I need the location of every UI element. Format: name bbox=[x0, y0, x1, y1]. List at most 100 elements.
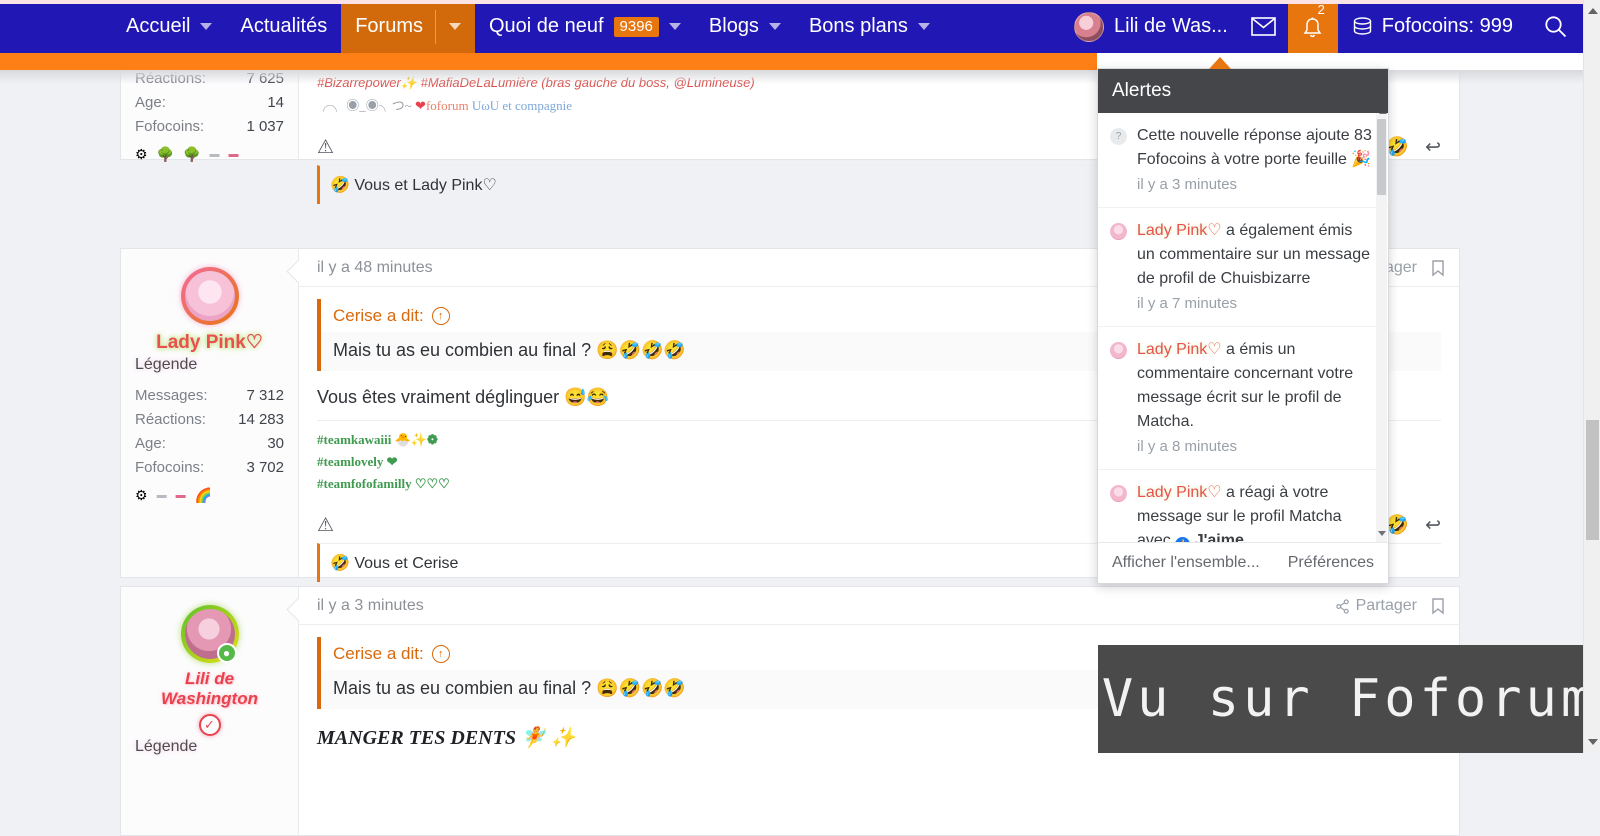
alert-text: Lady Pink♡ a également émis un commentai… bbox=[1137, 219, 1372, 316]
chevron-down-icon[interactable] bbox=[449, 23, 461, 30]
avatar bbox=[1110, 223, 1127, 240]
nav-item-quoi-de-neuf[interactable]: Quoi de neuf 9396 bbox=[475, 0, 695, 53]
chevron-down-icon[interactable] bbox=[769, 23, 781, 30]
alerts-panel-title: Alertes bbox=[1098, 69, 1388, 113]
sig-word: foforum bbox=[426, 98, 469, 113]
stat-value: 3 702 bbox=[246, 456, 284, 480]
gear-icon[interactable]: ⚙ bbox=[135, 487, 148, 504]
avatar[interactable] bbox=[181, 267, 239, 325]
stat-row: Age: 30 bbox=[135, 432, 284, 456]
ribbon-icon[interactable]: ▬ bbox=[176, 490, 186, 501]
like-reaction-icon: 👍 bbox=[1175, 537, 1190, 542]
nav-label: Forums bbox=[355, 15, 423, 38]
alerts-scrollbar[interactable] bbox=[1376, 113, 1387, 542]
alert-timestamp: il y a 7 minutes bbox=[1137, 292, 1372, 316]
alerts-button[interactable]: 2 bbox=[1288, 0, 1338, 53]
nav-item-forums[interactable]: Forums bbox=[341, 0, 475, 53]
ribbon-icon[interactable]: ▬ bbox=[228, 149, 238, 160]
heart-icon: ❤ bbox=[415, 98, 426, 113]
stat-value: 7 312 bbox=[246, 384, 284, 408]
nav-caret-wrap[interactable] bbox=[435, 10, 461, 44]
rainbow-icon[interactable]: 🌈 bbox=[195, 487, 212, 504]
user-badges: ⚙ ▬ ▬ 🌈 bbox=[135, 487, 284, 504]
alerts-scrollbar-thumb[interactable] bbox=[1377, 119, 1386, 195]
nav-badge-count: 9396 bbox=[614, 17, 659, 37]
browser-scrollbar-thumb[interactable] bbox=[1586, 420, 1599, 540]
jump-up-icon[interactable]: ↑ bbox=[432, 307, 450, 325]
scroll-down-icon[interactable] bbox=[1378, 531, 1386, 536]
stat-value: 1 037 bbox=[246, 115, 284, 139]
jump-up-icon[interactable]: ↑ bbox=[432, 645, 450, 663]
user-rank: Légende bbox=[135, 356, 284, 374]
alert-username[interactable]: Lady Pink♡ bbox=[1137, 484, 1222, 501]
avatar[interactable]: ● bbox=[181, 605, 239, 663]
bookmark-button[interactable] bbox=[1431, 598, 1445, 615]
search-button[interactable] bbox=[1527, 0, 1583, 53]
nav-item-actualites[interactable]: Actualités bbox=[226, 0, 341, 53]
post-timestamp: il y a 48 minutes bbox=[317, 259, 433, 277]
bell-icon bbox=[1303, 17, 1322, 40]
alert-timestamp: il y a 8 minutes bbox=[1137, 435, 1372, 459]
alert-timestamp: il y a 3 minutes bbox=[1137, 173, 1372, 197]
main-navbar: Accueil Actualités Forums Quoi de neuf 9… bbox=[0, 0, 1583, 53]
online-status-icon: ● bbox=[217, 643, 237, 663]
post-header-actions: Partager bbox=[1335, 597, 1445, 615]
scroll-up-icon[interactable] bbox=[1588, 8, 1598, 14]
inbox-button[interactable] bbox=[1240, 0, 1288, 53]
stat-label: Age: bbox=[135, 91, 166, 115]
chevron-down-icon[interactable] bbox=[200, 23, 212, 30]
alert-item[interactable]: Lady Pink♡ a également émis un commentai… bbox=[1098, 208, 1388, 327]
warning-icon[interactable]: ⚠ bbox=[317, 136, 334, 159]
ribbon-icon[interactable]: ▬ bbox=[209, 149, 219, 160]
browser-scrollbar[interactable] bbox=[1583, 0, 1600, 753]
stat-row: Fofocoins: 1 037 bbox=[135, 115, 284, 139]
chevron-down-icon[interactable] bbox=[669, 23, 681, 30]
bookmark-icon bbox=[1431, 598, 1445, 615]
alert-item[interactable]: Lady Pink♡ a réagi à votre message sur l… bbox=[1098, 470, 1388, 542]
nav-label: Actualités bbox=[240, 15, 327, 38]
question-avatar-icon: ? bbox=[1110, 128, 1127, 145]
alerts-preferences-link[interactable]: Préférences bbox=[1288, 554, 1374, 572]
sig-word: UωU et compagnie bbox=[472, 98, 572, 113]
reply-icon[interactable]: ↩ bbox=[1425, 136, 1441, 159]
fofocoins-button[interactable]: Fofocoins: 999 bbox=[1338, 0, 1527, 53]
nav-item-accueil[interactable]: Accueil bbox=[112, 0, 226, 53]
reaction-label: J'aime bbox=[1195, 532, 1244, 542]
scroll-down-icon[interactable] bbox=[1588, 739, 1598, 745]
share-label: Partager bbox=[1356, 597, 1417, 615]
stat-label: Age: bbox=[135, 432, 166, 456]
username[interactable]: Lili de Washington bbox=[135, 669, 284, 709]
alert-username[interactable]: Lady Pink♡ bbox=[1137, 341, 1222, 358]
nav-item-blogs[interactable]: Blogs bbox=[695, 0, 795, 53]
coins-icon bbox=[1352, 17, 1373, 37]
scroll-up-icon[interactable] bbox=[1379, 113, 1387, 114]
gear-icon[interactable]: ⚙ bbox=[135, 146, 148, 163]
share-button[interactable]: Partager bbox=[1335, 597, 1417, 615]
watermark-banner: Vu sur Foforum bbox=[1098, 645, 1600, 753]
username[interactable]: Lady Pink♡ bbox=[135, 331, 284, 354]
avatar bbox=[1110, 485, 1127, 502]
post-sidebar: ● Lili de Washington ✓ Légende bbox=[121, 587, 299, 835]
stat-row: Fofocoins: 3 702 bbox=[135, 456, 284, 480]
alert-item[interactable]: Lady Pink♡ a émis un commentaire concern… bbox=[1098, 327, 1388, 470]
user-menu-button[interactable]: Lili de Was... bbox=[1062, 0, 1240, 53]
show-all-alerts-link[interactable]: Afficher l'ensemble... bbox=[1112, 554, 1260, 572]
warning-icon[interactable]: ⚠ bbox=[317, 514, 334, 537]
ribbon-icon[interactable]: ▬ bbox=[157, 490, 167, 501]
chevron-down-icon[interactable] bbox=[918, 23, 930, 30]
stat-label: Réactions: bbox=[135, 408, 206, 432]
nav-item-bons-plans[interactable]: Bons plans bbox=[795, 0, 944, 53]
stat-value: 14 bbox=[267, 91, 284, 115]
alerts-list[interactable]: ? Cette nouvelle réponse ajoute 83 Fofoc… bbox=[1098, 113, 1388, 542]
tree-icon[interactable]: 🌳 bbox=[183, 146, 200, 163]
bookmark-button[interactable] bbox=[1431, 260, 1445, 277]
alert-username[interactable]: Lady Pink♡ bbox=[1137, 222, 1222, 239]
search-icon bbox=[1544, 15, 1567, 38]
tree-icon[interactable]: 🌳 bbox=[157, 146, 174, 163]
post-header: il y a 3 minutes Partager bbox=[299, 587, 1459, 625]
stat-label: Messages: bbox=[135, 384, 208, 408]
reply-icon[interactable]: ↩ bbox=[1425, 514, 1441, 537]
user-badges: ⚙ 🌳 🌳 ▬ ▬ bbox=[135, 146, 284, 163]
alert-item[interactable]: ? Cette nouvelle réponse ajoute 83 Fofoc… bbox=[1098, 113, 1388, 208]
quote-author: Cerise a dit: bbox=[333, 644, 424, 664]
